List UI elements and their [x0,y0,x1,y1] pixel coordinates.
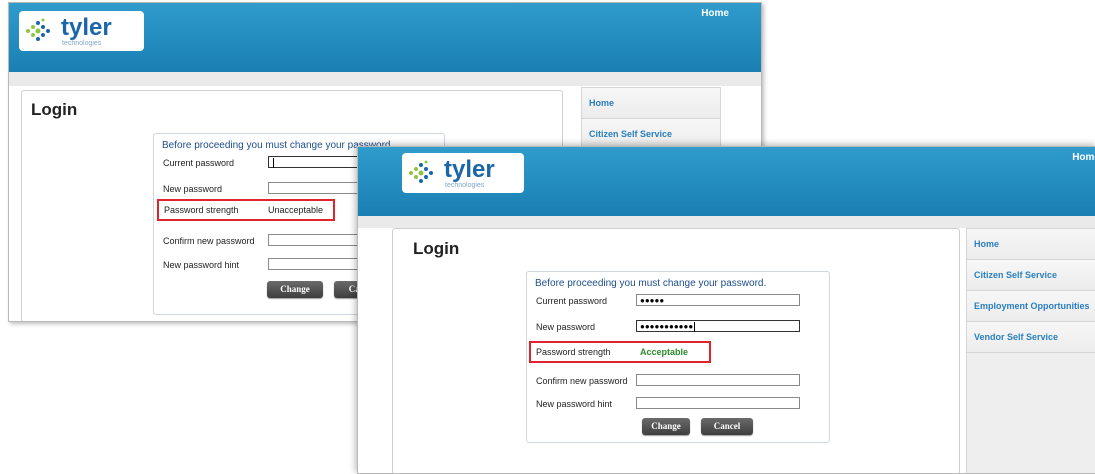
password-hint-label: New password hint [163,260,240,270]
tyler-logo-mark-icon [26,18,50,41]
header-banner: tyler technologies Home [9,3,761,72]
password-strength-value: Unacceptable [268,205,324,215]
text-caret [694,321,696,332]
confirm-password-label: Confirm new password [163,236,255,246]
logo-subtext: technologies [62,39,102,47]
tyler-logo[interactable]: tyler technologies [402,153,524,193]
sidebar-item-citizen-self-service[interactable]: Citizen Self Service [967,260,1095,291]
password-strength-value: Acceptable [640,347,689,357]
text-caret [273,157,274,168]
new-password-label: New password [536,322,596,332]
logo-subtext: technologies [445,181,485,189]
password-hint-label: New password hint [536,399,613,409]
change-password-form: Before proceeding you must change your p… [526,271,830,443]
sidebar-item-home[interactable]: Home [967,229,1095,260]
sidebar-item-home[interactable]: Home [582,88,720,119]
sidebar-item-vendor-self-service[interactable]: Vendor Self Service [967,322,1095,353]
password-strength-label: Password strength [536,347,611,357]
sidebar-nav: Home Citizen Self Service Employment Opp… [966,228,1095,473]
header-home-link[interactable]: Home [701,8,729,19]
sidebar-item-employment-opportunities[interactable]: Employment Opportunities [967,291,1095,322]
header-home-link[interactable]: Home [1072,152,1095,163]
login-panel: Login Before proceeding you must change … [392,228,960,473]
login-screenshot-acceptable: tyler technologies Home Login Before pro… [357,146,1095,474]
logo-wordmark: tyler [61,13,112,41]
logo-wordmark: tyler [444,155,495,183]
current-password-label: Current password [536,296,608,306]
page-title: Login [413,239,460,258]
new-password-input[interactable]: ●●●●●●●●●●● [636,320,800,332]
password-strength-highlight: Password strength Unacceptable [157,199,335,221]
form-heading: Before proceeding you must change your p… [535,278,767,289]
cancel-button[interactable]: Cancel [701,418,753,435]
new-password-label: New password [163,184,223,194]
current-password-input[interactable]: ●●●●● [636,294,800,306]
password-hint-input[interactable] [636,397,800,409]
tyler-logo-mark-icon [409,160,433,183]
password-strength-highlight: Password strength Acceptable [529,341,711,363]
page-title: Login [31,100,78,119]
header-banner: tyler technologies Home [358,147,1095,216]
header-divider-strip [9,72,761,86]
password-strength-label: Password strength [164,205,239,215]
confirm-password-label: Confirm new password [536,376,628,386]
change-button[interactable]: Change [267,281,323,298]
change-button[interactable]: Change [642,418,690,435]
header-divider-strip [358,216,1095,228]
tyler-logo[interactable]: tyler technologies [19,11,144,51]
current-password-label: Current password [163,158,235,168]
confirm-password-input[interactable] [636,374,800,386]
